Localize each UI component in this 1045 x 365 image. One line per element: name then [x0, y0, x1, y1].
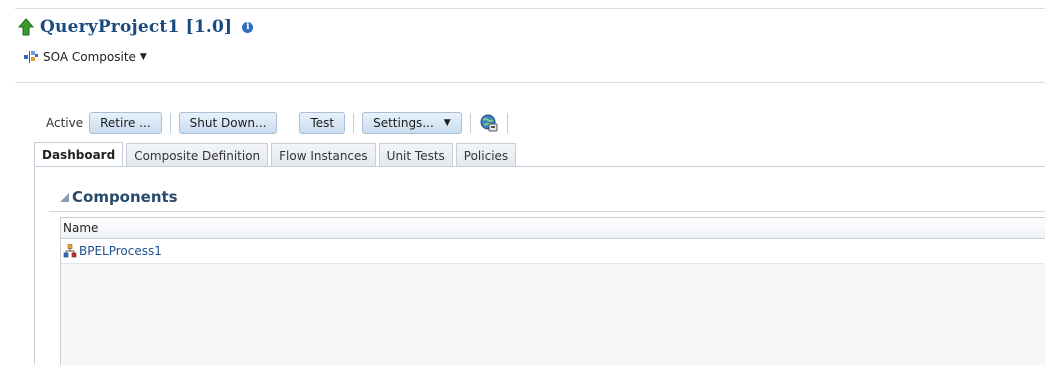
top-divider — [15, 8, 1045, 9]
toolbar-separator — [169, 113, 171, 133]
page-header: QueryProject1 [1.0] i — [18, 16, 254, 38]
tab-unit-tests[interactable]: Unit Tests — [378, 143, 453, 167]
settings-label: Settings... — [373, 116, 434, 130]
up-arrow-icon[interactable] — [18, 18, 34, 36]
test-button[interactable]: Test — [299, 112, 346, 134]
table-row: BPELProcess1 — [61, 239, 1045, 264]
toolbar-separator — [506, 113, 508, 133]
composite-menu-label: SOA Composite — [43, 50, 136, 64]
soa-composite-icon — [24, 51, 38, 63]
shut-down-button[interactable]: Shut Down... — [178, 112, 278, 134]
toolbar-separator — [353, 113, 355, 133]
table-header: Name — [61, 217, 1045, 239]
tab-bar: Dashboard Composite Definition Flow Inst… — [34, 142, 519, 167]
info-icon[interactable]: i — [242, 21, 254, 33]
status-label: Active — [46, 116, 84, 130]
chevron-down-icon: ▼ — [443, 118, 451, 128]
toolbar: Active Retire ... Shut Down... Test Sett… — [46, 111, 516, 135]
test-service-globe-icon[interactable] — [479, 113, 499, 133]
toolbar-separator — [469, 113, 471, 133]
collapse-triangle-icon — [60, 192, 69, 202]
header-divider — [15, 82, 1045, 83]
content-border — [34, 166, 35, 365]
tab-composite-definition[interactable]: Composite Definition — [126, 143, 269, 167]
bpel-process-link[interactable]: BPELProcess1 — [79, 244, 162, 258]
bpel-process-icon — [63, 244, 77, 258]
components-table: Name BPELProcess1 — [60, 217, 1045, 365]
retire-button[interactable]: Retire ... — [89, 112, 162, 134]
tab-dashboard[interactable]: Dashboard — [34, 142, 124, 167]
tab-flow-instances[interactable]: Flow Instances — [271, 143, 376, 167]
components-title: Components — [72, 188, 178, 206]
page-title: QueryProject1 [1.0] — [40, 17, 233, 37]
composite-menu[interactable]: SOA Composite ▼ — [23, 50, 147, 64]
table-empty-area — [61, 264, 1045, 365]
chevron-down-icon: ▼ — [139, 52, 147, 62]
column-header-name[interactable]: Name — [63, 221, 98, 235]
components-section-header[interactable]: Components — [60, 188, 178, 206]
tab-policies[interactable]: Policies — [455, 143, 517, 167]
settings-menu-button[interactable]: Settings... ▼ — [362, 112, 462, 134]
section-divider — [49, 211, 1045, 212]
tab-bar-divider — [34, 166, 1045, 167]
